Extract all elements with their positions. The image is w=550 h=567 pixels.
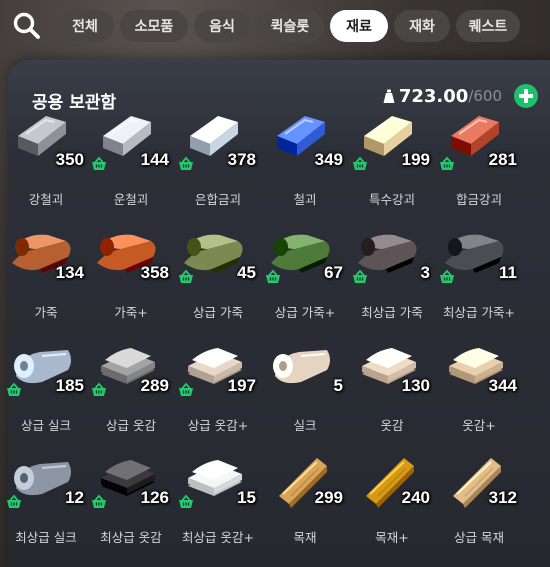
material-item[interactable]: 289 상급 옷감 [87,326,175,438]
material-grid: 350 강철괴 144 운철괴 378 은합금괴 349 철괴 199 특수강괴… [0,0,550,567]
item-quantity: 5 [333,376,343,395]
item-quantity: 3 [420,263,430,282]
item-quantity: 144 [140,150,169,169]
item-quantity: 344 [488,376,517,395]
basket-icon [179,494,193,508]
basket-icon [92,156,106,170]
basket-icon [179,269,193,283]
material-item[interactable]: 15 최상급 옷감+ [174,438,262,550]
basket-icon [7,494,21,508]
material-item[interactable]: 126 최상급 옷감 [87,438,175,550]
basket-icon [92,382,106,396]
item-quantity: 281 [488,150,517,169]
material-item[interactable]: 144 운철괴 [87,100,175,212]
item-name: 최상급 가죽+ [443,305,515,320]
item-name: 옷감+ [462,418,496,433]
material-item[interactable]: 299 목재 [261,438,349,550]
item-quantity: 358 [140,263,169,282]
material-item[interactable]: 45 상급 가죽 [174,213,262,325]
material-item[interactable]: 197 상급 옷감+ [174,326,262,438]
material-item[interactable]: 5 실크 [261,326,349,438]
material-item[interactable]: 199 특수강괴 [348,100,436,212]
item-quantity: 350 [55,150,84,169]
item-quantity: 199 [401,150,430,169]
material-item[interactable]: 378 은합금괴 [174,100,262,212]
basket-icon [440,156,454,170]
item-quantity: 289 [140,376,169,395]
item-quantity: 12 [65,488,84,507]
basket-icon [440,269,454,283]
material-item[interactable]: 67 상급 가죽+ [261,213,349,325]
item-quantity: 197 [227,376,256,395]
item-name: 상급 목재 [454,530,504,545]
basket-icon [179,156,193,170]
item-quantity: 240 [401,488,430,507]
item-quantity: 378 [227,150,256,169]
item-quantity: 134 [55,263,84,282]
material-item[interactable]: 130 옷감 [348,326,436,438]
item-name: 합금강괴 [455,192,502,207]
basket-icon [266,269,280,283]
basket-icon [179,382,193,396]
material-item[interactable]: 358 가죽+ [87,213,175,325]
material-item[interactable]: 281 합금강괴 [435,100,523,212]
item-quantity: 185 [55,376,84,395]
item-quantity: 15 [237,488,256,507]
item-quantity: 130 [401,376,430,395]
item-quantity: 349 [314,150,343,169]
basket-icon [353,156,367,170]
basket-icon [7,382,21,396]
material-item[interactable]: 240 목재+ [348,438,436,550]
material-item[interactable]: 11 최상급 가죽+ [435,213,523,325]
basket-icon [353,269,367,283]
material-item[interactable]: 349 철괴 [261,100,349,212]
item-quantity: 11 [499,263,517,282]
basket-icon [92,494,106,508]
item-quantity: 126 [140,488,169,507]
material-item[interactable]: 344 옷감+ [435,326,523,438]
material-item[interactable]: 312 상급 목재 [435,438,523,550]
material-item[interactable]: 3 최상급 가죽 [348,213,436,325]
item-quantity: 299 [314,488,343,507]
item-quantity: 67 [324,263,343,282]
item-quantity: 45 [237,263,256,282]
item-quantity: 312 [488,488,517,507]
